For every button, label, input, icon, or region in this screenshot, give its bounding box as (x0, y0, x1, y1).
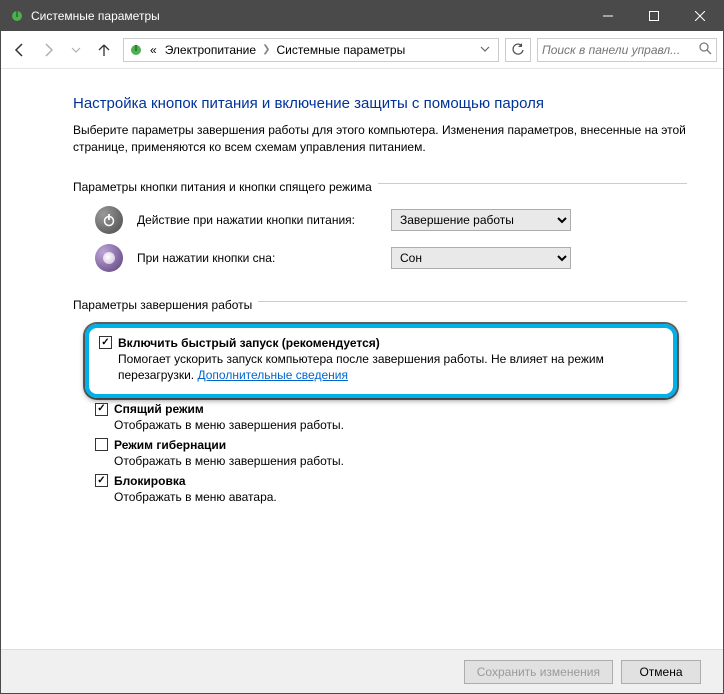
breadcrumb-item-0[interactable]: Электропитание (163, 43, 258, 57)
recent-dropdown[interactable] (63, 37, 89, 63)
search-input[interactable] (542, 43, 697, 57)
cancel-button[interactable]: Отмена (621, 660, 701, 684)
sleep-icon (95, 244, 123, 272)
lock-checkbox[interactable] (95, 474, 108, 487)
minimize-button[interactable] (585, 1, 631, 31)
window-title: Системные параметры (31, 9, 160, 23)
search-box[interactable] (537, 38, 717, 62)
section-power-buttons: Параметры кнопки питания и кнопки спящег… (73, 172, 687, 196)
divider-line (378, 183, 687, 184)
app-icon (9, 8, 25, 24)
sleep-mode-label: Спящий режим (114, 402, 204, 416)
sleep-button-label: При нажатии кнопки сна: (137, 251, 377, 265)
breadcrumb-prefix[interactable]: « (148, 43, 159, 57)
power-icon (95, 206, 123, 234)
sleep-mode-item: Спящий режим Отображать в меню завершени… (95, 402, 687, 434)
hibernate-checkbox[interactable] (95, 438, 108, 451)
more-info-link[interactable]: Дополнительные сведения (197, 368, 347, 382)
lock-label: Блокировка (114, 474, 186, 488)
breadcrumb-item-1[interactable]: Системные параметры (274, 43, 407, 57)
close-button[interactable] (677, 1, 723, 31)
divider-line (258, 301, 687, 302)
fast-startup-item: Включить быстрый запуск (рекомендуется) … (85, 324, 677, 399)
section-label: Параметры кнопки питания и кнопки спящег… (73, 178, 372, 196)
power-button-select[interactable]: Завершение работы (391, 209, 571, 231)
hibernate-desc: Отображать в меню завершения работы. (114, 453, 687, 470)
page-description: Выберите параметры завершения работы для… (73, 122, 687, 156)
fast-startup-checkbox[interactable] (99, 336, 112, 349)
lock-desc: Отображать в меню аватара. (114, 489, 687, 506)
up-button[interactable] (91, 37, 117, 63)
power-button-label: Действие при нажатии кнопки питания: (137, 213, 377, 227)
fast-startup-desc: Помогает ускорить запуск компьютера посл… (118, 351, 659, 385)
refresh-button[interactable] (505, 38, 531, 62)
navigation-bar: « Электропитание ❯ Системные параметры (1, 31, 723, 69)
forward-button[interactable] (35, 37, 61, 63)
section-shutdown: Параметры завершения работы (73, 290, 687, 314)
titlebar: Системные параметры (1, 1, 723, 31)
sleep-button-select[interactable]: Сон (391, 247, 571, 269)
lock-item: Блокировка Отображать в меню аватара. (95, 474, 687, 506)
content-area: Настройка кнопок питания и включение защ… (1, 69, 723, 649)
page-title: Настройка кнопок питания и включение защ… (73, 95, 687, 112)
power-button-action-row: Действие при нажатии кнопки питания: Зав… (95, 206, 687, 234)
maximize-button[interactable] (631, 1, 677, 31)
footer: Сохранить изменения Отмена (1, 649, 723, 693)
hibernate-item: Режим гибернации Отображать в меню завер… (95, 438, 687, 470)
power-options-icon (128, 42, 144, 58)
section-label: Параметры завершения работы (73, 296, 252, 314)
breadcrumb-dropdown[interactable] (476, 43, 494, 57)
back-button[interactable] (7, 37, 33, 63)
sleep-mode-checkbox[interactable] (95, 403, 108, 416)
breadcrumb[interactable]: « Электропитание ❯ Системные параметры (123, 38, 499, 62)
save-button[interactable]: Сохранить изменения (464, 660, 613, 684)
sleep-button-action-row: При нажатии кнопки сна: Сон (95, 244, 687, 272)
hibernate-label: Режим гибернации (114, 438, 226, 452)
fast-startup-label: Включить быстрый запуск (рекомендуется) (118, 336, 380, 350)
sleep-mode-desc: Отображать в меню завершения работы. (114, 417, 687, 434)
search-icon (699, 42, 712, 58)
chevron-right-icon: ❯ (262, 44, 270, 55)
